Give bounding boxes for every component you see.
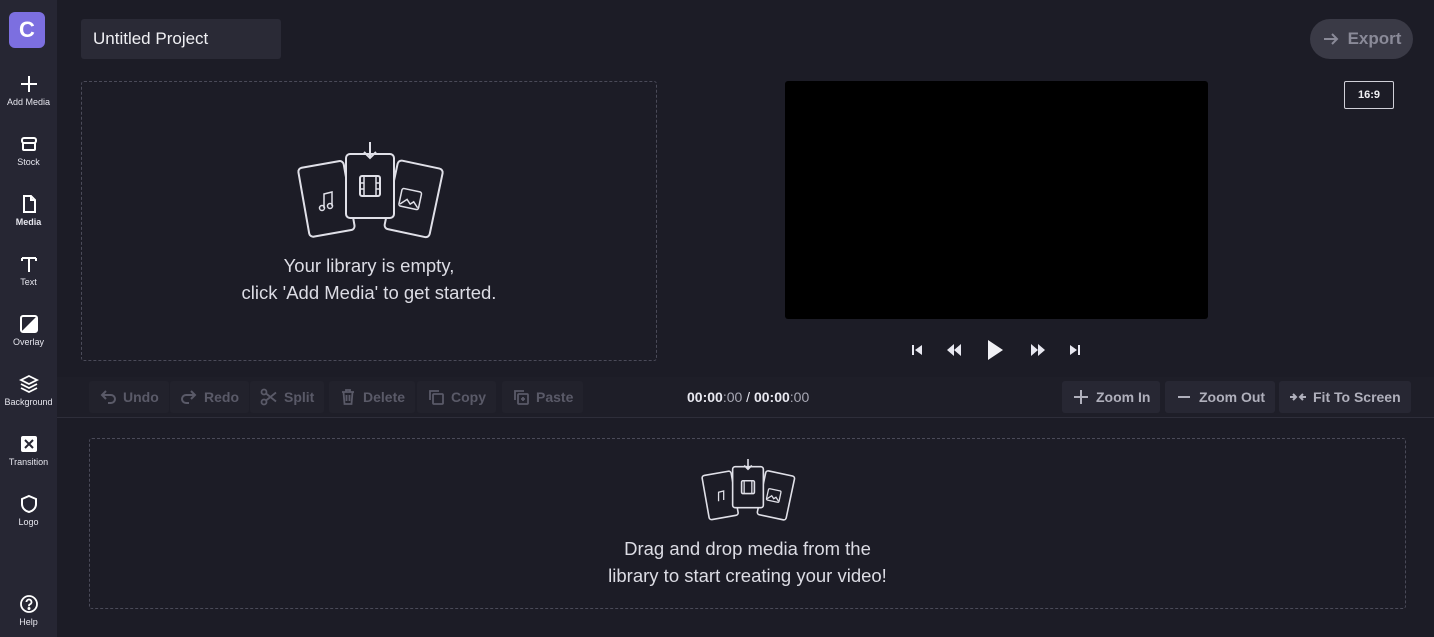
help-icon xyxy=(19,595,38,613)
skip-to-start-button[interactable] xyxy=(907,340,927,360)
library-empty-line-2: click 'Add Media' to get started. xyxy=(241,282,497,303)
total-time-frames: :00 xyxy=(789,389,810,405)
sidebar-item-label: Stock xyxy=(17,157,40,167)
sidebar-item-stock[interactable]: Stock xyxy=(0,132,57,182)
sidebar-item-label: Add Media xyxy=(6,97,51,107)
media-cards-icon xyxy=(701,459,796,521)
current-time-main: 00:00 xyxy=(687,389,723,405)
timecode-display: 00:00:00 / 00:00:00 xyxy=(687,389,809,405)
sidebar-item-label: Logo xyxy=(18,517,39,527)
paste-button[interactable]: Paste xyxy=(502,381,584,413)
sidebar-item-transition[interactable]: Transition xyxy=(0,432,57,482)
plus-icon xyxy=(1074,390,1088,404)
plus-icon xyxy=(20,76,37,92)
stock-icon xyxy=(20,137,37,151)
timeline-toolbar: Undo Redo Split Delete Copy Paste 00:00:… xyxy=(57,377,1434,418)
export-button[interactable]: Export xyxy=(1310,19,1413,59)
project-title-field[interactable]: Untitled Project xyxy=(81,19,281,59)
overlay-icon xyxy=(19,315,38,333)
editor-app: C Add Media Stock Media Text Overlay Bac… xyxy=(0,0,1434,637)
file-icon xyxy=(22,195,36,213)
sidebar-item-help[interactable]: Help xyxy=(0,592,57,637)
video-preview xyxy=(785,81,1208,319)
delete-label: Delete xyxy=(363,389,406,405)
sidebar-item-label: Background xyxy=(4,397,53,407)
zoom-out-button[interactable]: Zoom Out xyxy=(1165,381,1276,413)
undo-button[interactable]: Undo xyxy=(89,381,169,413)
total-time-main: 00:00 xyxy=(753,389,790,405)
aspect-ratio-button[interactable]: 16:9 xyxy=(1344,81,1394,109)
sidebar-item-label: Overlay xyxy=(12,337,44,347)
undo-icon xyxy=(100,390,116,404)
minus-icon xyxy=(1178,396,1190,398)
logo-letter: C xyxy=(19,17,35,42)
redo-icon xyxy=(181,390,197,404)
rewind-icon xyxy=(947,344,961,356)
sidebar-item-text[interactable]: Text xyxy=(0,252,57,302)
sidebar-item-overlay[interactable]: Overlay xyxy=(0,312,57,362)
fit-icon xyxy=(1290,393,1306,401)
paste-icon xyxy=(514,390,529,405)
split-button[interactable]: Split xyxy=(250,381,325,413)
zoom-out-label: Zoom Out xyxy=(1199,389,1266,405)
rewind-button[interactable] xyxy=(943,340,965,360)
sidebar-item-background[interactable]: Background xyxy=(0,372,57,422)
skip-back-icon xyxy=(912,345,922,355)
paste-label: Paste xyxy=(536,389,574,405)
sidebar-item-logo[interactable]: Logo xyxy=(0,492,57,542)
shield-icon xyxy=(20,494,37,514)
undo-label: Undo xyxy=(123,389,159,405)
zoom-in-label: Zoom In xyxy=(1096,389,1151,405)
scissors-icon xyxy=(260,388,277,406)
copy-icon xyxy=(429,390,444,405)
time-separator: / xyxy=(742,389,754,405)
timeline-empty-line-1: Drag and drop media from the xyxy=(624,538,871,559)
export-label: Export xyxy=(1347,29,1402,48)
sidebar-item-label: Transition xyxy=(8,457,49,467)
fast-forward-button[interactable] xyxy=(1027,340,1049,360)
library-empty-line-1: Your library is empty, xyxy=(283,255,455,276)
sidebar-item-label: Help xyxy=(19,617,38,627)
sidebar-item-add-media[interactable]: Add Media xyxy=(0,72,57,122)
copy-label: Copy xyxy=(451,389,486,405)
sidebar-item-label: Text xyxy=(20,277,37,287)
app-logo[interactable]: C xyxy=(9,12,45,48)
sidebar-item-label: Media xyxy=(15,217,42,227)
play-button[interactable] xyxy=(983,336,1007,364)
text-icon xyxy=(20,257,37,272)
fast-forward-icon xyxy=(1031,344,1045,356)
library-empty-message: Your library is empty, click 'Add Media'… xyxy=(82,252,656,306)
timeline-dropzone[interactable]: Drag and drop media from the library to … xyxy=(89,438,1406,609)
fit-label: Fit To Screen xyxy=(1313,389,1401,405)
arrow-right-icon xyxy=(1323,33,1338,45)
fit-to-screen-button[interactable]: Fit To Screen xyxy=(1279,381,1411,413)
media-library-dropzone[interactable]: Your library is empty, click 'Add Media'… xyxy=(81,81,657,361)
current-time-frames: :00 xyxy=(722,389,743,405)
redo-label: Redo xyxy=(204,389,239,405)
media-cards-icon xyxy=(297,142,444,239)
copy-button[interactable]: Copy xyxy=(417,381,496,413)
trash-icon xyxy=(342,389,354,405)
transition-icon xyxy=(20,436,37,452)
timeline-empty-message: Drag and drop media from the library to … xyxy=(90,535,1405,589)
timeline-empty-line-2: library to start creating your video! xyxy=(608,565,887,586)
skip-to-end-button[interactable] xyxy=(1065,340,1085,360)
layers-icon xyxy=(18,374,39,394)
split-label: Split xyxy=(284,389,315,405)
play-icon xyxy=(988,340,1003,360)
sidebar: C Add Media Stock Media Text Overlay Bac… xyxy=(0,0,57,637)
delete-button[interactable]: Delete xyxy=(329,381,416,413)
skip-forward-icon xyxy=(1070,345,1080,355)
sidebar-item-media[interactable]: Media xyxy=(0,192,57,242)
zoom-in-button[interactable]: Zoom In xyxy=(1062,381,1161,413)
redo-button[interactable]: Redo xyxy=(170,381,249,413)
